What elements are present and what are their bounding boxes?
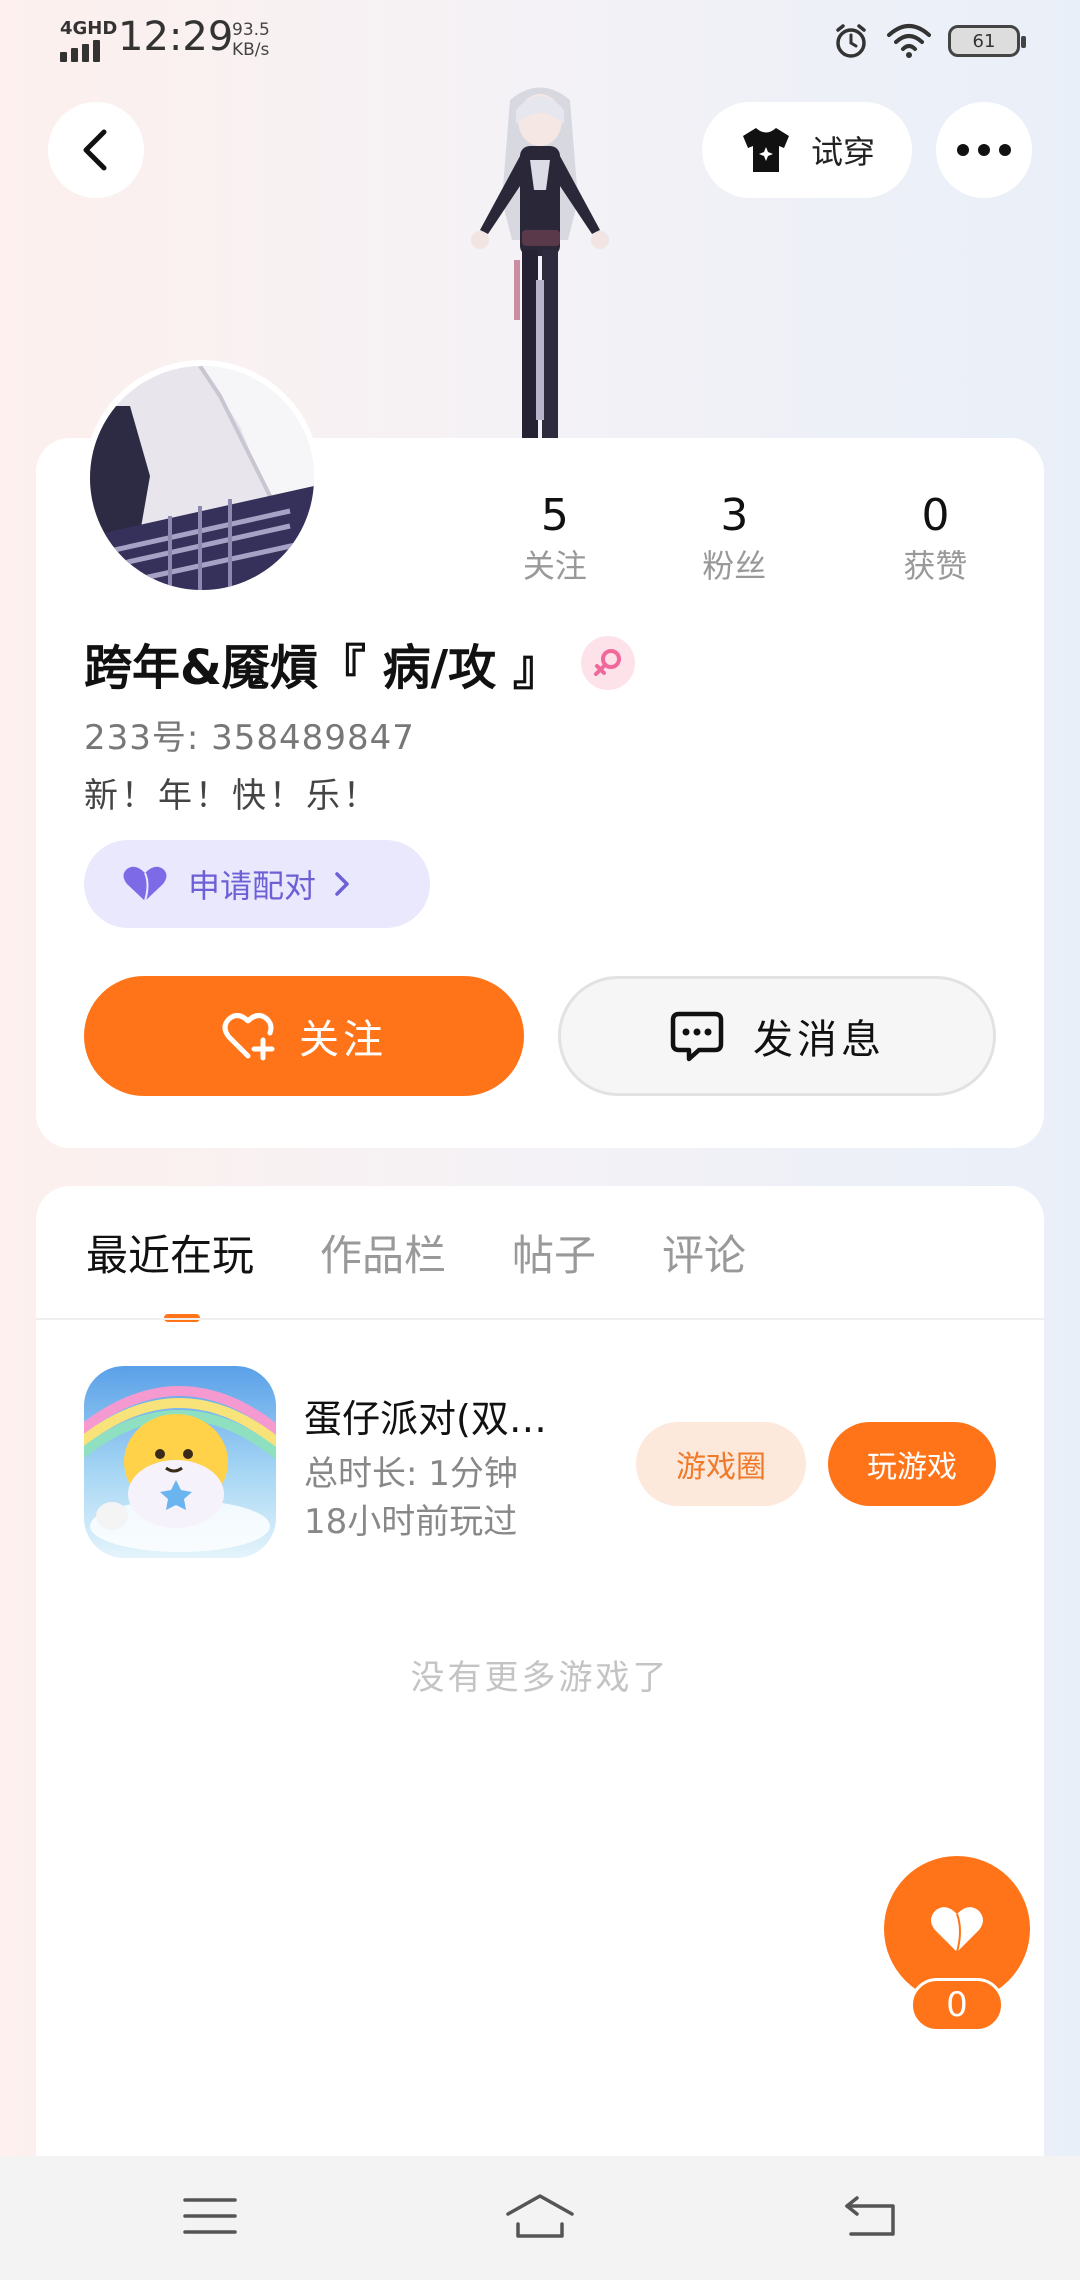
signal-indicator: 4GHD <box>60 20 117 62</box>
try-on-button[interactable]: 试穿 <box>702 102 912 198</box>
user-bio: 新！年！快！乐！ <box>84 776 380 816</box>
profile-stats: 5 关注 3 粉丝 0 获赞 <box>476 488 1036 588</box>
menu-icon <box>183 2198 237 2234</box>
game-list-item[interactable]: 蛋仔派对(双… 总时长: 1分钟 18小时前玩过 游戏圈 玩游戏 <box>84 1366 1004 1562</box>
followers-label: 粉丝 <box>702 547 767 585</box>
stat-following[interactable]: 5 关注 <box>476 488 634 588</box>
more-button[interactable] <box>936 102 1032 198</box>
purple-heart-icon <box>123 866 167 902</box>
likes-count: 0 <box>921 490 950 541</box>
content-card: 最近在玩 作品栏 帖子 评论 蛋仔派对(双… 总时长: 1分钟 18小时前玩过 … <box>36 1186 1044 2166</box>
username: 跨年&魇熕『 病/攻 』 <box>84 640 561 696</box>
tabs-divider <box>36 1318 1044 1320</box>
more-dots-icon <box>957 144 1011 156</box>
network-type: 4GHD <box>60 18 118 39</box>
send-message-button[interactable]: 发消息 <box>558 976 996 1096</box>
followers-count: 3 <box>720 490 749 541</box>
tab-recent-played[interactable]: 最近在玩 <box>86 1226 254 1322</box>
network-speed: 93.5 KB/s <box>232 20 270 60</box>
request-pair-label: 申请配对 <box>188 867 317 905</box>
clock: 12:29 <box>118 14 234 60</box>
avatar[interactable] <box>84 360 320 596</box>
request-pair-button[interactable]: 申请配对 <box>84 840 430 928</box>
follow-button[interactable]: 关注 <box>84 976 524 1096</box>
no-more-games-note: 没有更多游戏了 <box>410 1658 670 1698</box>
female-icon <box>580 636 635 690</box>
stat-followers[interactable]: 3 粉丝 <box>634 488 835 588</box>
speed-unit: KB/s <box>232 40 270 60</box>
stat-likes[interactable]: 0 获赞 <box>835 488 1036 588</box>
shirt-icon <box>742 128 789 172</box>
battery-indicator: 61 <box>948 25 1026 57</box>
tab-comments[interactable]: 评论 <box>662 1226 746 1286</box>
system-nav-bar <box>0 2156 1080 2280</box>
speed-value: 93.5 <box>232 20 270 40</box>
home-icon <box>506 2194 574 2238</box>
try-on-label: 试穿 <box>810 133 875 171</box>
game-last-played: 18小时前玩过 <box>304 1502 518 1542</box>
following-count: 5 <box>540 490 569 541</box>
wifi-icon <box>887 24 931 58</box>
nav-back-button[interactable] <box>830 2186 910 2246</box>
username-row: 跨年&魇熕『 病/攻 』 <box>84 628 635 698</box>
game-total-time: 总时长: 1分钟 <box>304 1454 518 1494</box>
nav-menu-button[interactable] <box>170 2186 250 2246</box>
chevron-right-icon <box>335 872 349 896</box>
alarm-icon <box>836 24 866 58</box>
game-title: 蛋仔派对(双… <box>304 1397 547 1441</box>
tab-posts[interactable]: 帖子 <box>512 1226 596 1286</box>
profile-tabs: 最近在玩 作品栏 帖子 评论 <box>86 1226 746 1322</box>
back-button[interactable] <box>48 102 144 198</box>
play-game-button[interactable]: 玩游戏 <box>828 1422 996 1506</box>
likes-label: 获赞 <box>903 547 968 585</box>
status-bar: 4GHD 12:29 93.5 KB/s 61 <box>0 0 1080 80</box>
signal-bars-icon <box>60 40 117 62</box>
chat-bubble-icon <box>670 1011 724 1062</box>
like-count: 0 <box>910 1978 1004 2032</box>
heart-plus-icon <box>222 1013 275 1061</box>
following-label: 关注 <box>522 547 587 585</box>
follow-label: 关注 <box>299 1017 387 1063</box>
send-message-label: 发消息 <box>753 1017 885 1063</box>
user-id: 233号: 358489847 <box>84 718 415 758</box>
status-icons: 61 <box>832 22 1026 60</box>
return-icon <box>845 2196 895 2236</box>
avatar-character-image[interactable] <box>450 80 630 440</box>
game-circle-button[interactable]: 游戏圈 <box>636 1422 806 1506</box>
tab-works[interactable]: 作品栏 <box>320 1226 446 1286</box>
game-icon[interactable] <box>84 1366 276 1558</box>
nav-home-button[interactable] <box>500 2186 580 2246</box>
chevron-left-icon <box>83 129 107 171</box>
heart-icon <box>931 1907 983 1953</box>
